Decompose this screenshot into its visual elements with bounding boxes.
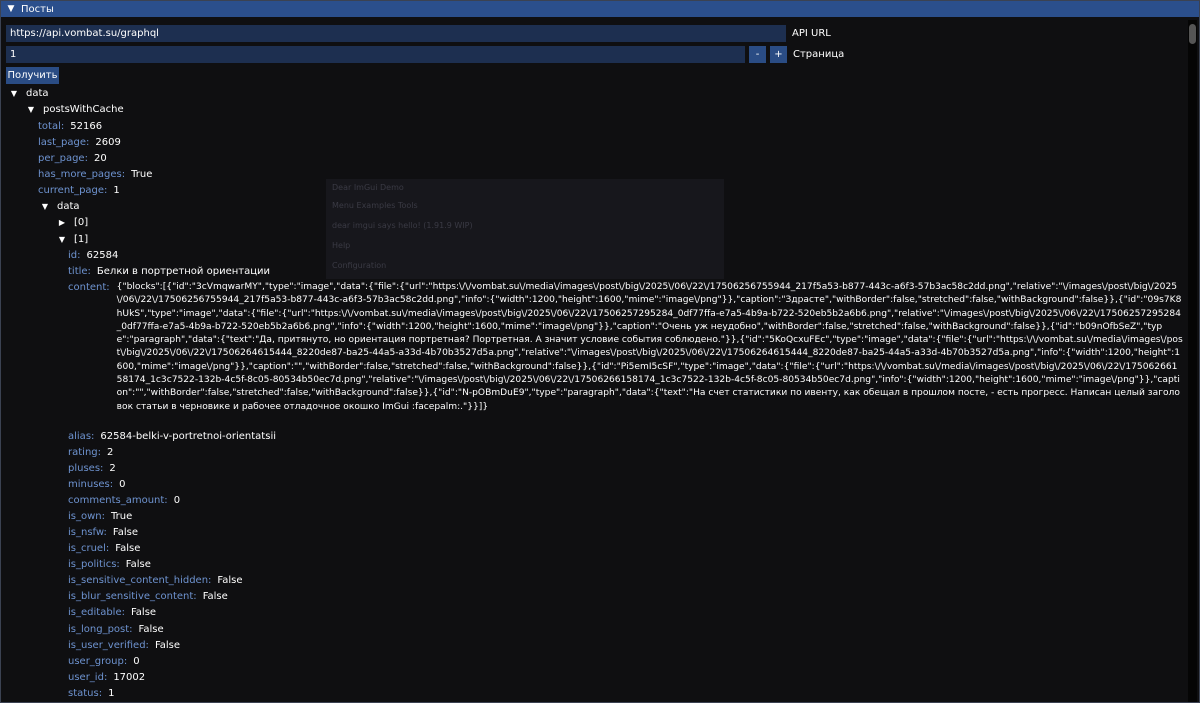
expanded-arrow-icon: ▼ <box>58 234 66 244</box>
ghost-line: dear imgui says hello! (1.91.9 WIP) <box>332 221 473 230</box>
posts-window: ▼ Посты Dear ImGui Demo Menu Examples To… <box>0 0 1200 703</box>
collapse-arrow-icon[interactable]: ▼ <box>3 4 19 14</box>
field-pluses: pluses: 2 <box>68 462 116 474</box>
field-current-page: current_page: 1 <box>38 184 120 196</box>
ghost-item-help: Help <box>332 241 351 250</box>
content-json-text: {"blocks":[{"id":"3cVmqwarMY","type":"im… <box>116 282 1183 412</box>
ghost-item-config: Configuration <box>332 261 387 270</box>
field-title: title: Белки в портретной ориентации <box>68 265 271 277</box>
field-per-page: per_page: 20 <box>38 152 107 164</box>
page-increment-button[interactable]: + <box>770 46 787 63</box>
field-has-more-pages: has_more_pages: True <box>38 168 153 180</box>
tree-node-item-1[interactable]: ▼ [1] <box>57 232 88 246</box>
collapsed-arrow-icon: ▶ <box>58 217 66 227</box>
expanded-arrow-icon: ▼ <box>41 201 49 211</box>
field-is-editable: is_editable: False <box>68 606 157 618</box>
page-label: Страница <box>793 49 845 60</box>
field-user-group: user_group: 0 <box>68 655 140 667</box>
field-alias: alias: 62584-belki-v-portretnoi-orientats… <box>68 430 276 442</box>
page-row: 1 - + Страница <box>6 46 844 63</box>
tree-node-item-0[interactable]: ▶ [0] <box>57 215 88 229</box>
ghost-menu: Menu Examples Tools <box>332 201 418 210</box>
api-url-input[interactable]: https://api.vombat.su/graphql <box>6 25 786 42</box>
ghost-demo-window: Dear ImGui Demo Menu Examples Tools dear… <box>326 179 724 279</box>
field-user-id: user_id: 17002 <box>68 671 146 683</box>
tree-node-inner-data[interactable]: ▼ data <box>40 199 80 213</box>
field-is-sensitive-content-hidden: is_sensitive_content_hidden: False <box>68 574 243 586</box>
field-content: content: {"blocks":[{"id":"3cVmqwarMY","… <box>68 280 1183 414</box>
api-url-row: https://api.vombat.su/graphql API URL <box>6 25 831 42</box>
tree-node-data[interactable]: ▼ data <box>9 86 49 100</box>
page-decrement-button[interactable]: - <box>749 46 766 63</box>
expanded-arrow-icon: ▼ <box>27 104 35 114</box>
page-input[interactable]: 1 <box>6 46 745 63</box>
field-rating: rating: 2 <box>68 446 114 458</box>
window-titlebar[interactable]: ▼ Посты <box>1 1 1199 17</box>
api-url-label: API URL <box>792 28 831 39</box>
field-is-user-verified: is_user_verified: False <box>68 639 181 651</box>
field-minuses: minuses: 0 <box>68 478 126 490</box>
field-is-nsfw: is_nsfw: False <box>68 526 138 538</box>
field-comments-amount: comments_amount: 0 <box>68 494 181 506</box>
field-status: status: 1 <box>68 687 115 699</box>
vertical-scrollbar[interactable] <box>1188 20 1197 702</box>
ghost-title: Dear ImGui Demo <box>332 183 404 192</box>
field-is-long-post: is_long_post: False <box>68 623 164 635</box>
scrollbar-thumb[interactable] <box>1189 24 1196 44</box>
fetch-button[interactable]: Получить <box>6 67 59 84</box>
window-title: Посты <box>21 3 54 15</box>
field-id: id: 62584 <box>68 249 119 261</box>
field-is-cruel: is_cruel: False <box>68 542 141 554</box>
field-last-page: last_page: 2609 <box>38 136 121 148</box>
field-is-own: is_own: True <box>68 510 133 522</box>
field-is-politics: is_politics: False <box>68 558 151 570</box>
field-total: total: 52166 <box>38 120 103 132</box>
expanded-arrow-icon: ▼ <box>10 88 18 98</box>
field-is-blur-sensitive-content: is_blur_sensitive_content: False <box>68 590 228 602</box>
tree-node-postswithcache[interactable]: ▼ postsWithCache <box>26 102 124 116</box>
